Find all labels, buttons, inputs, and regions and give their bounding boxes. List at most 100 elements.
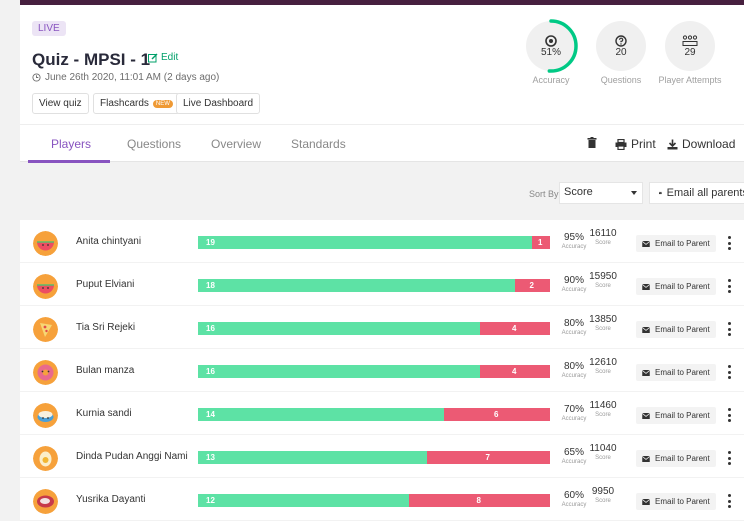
date-text: June 26th 2020, 11:01 AM (2 days ago) xyxy=(45,72,220,83)
player-score: 9950 xyxy=(591,486,615,497)
correct-count: 13 xyxy=(206,453,215,462)
download-button[interactable]: Download xyxy=(667,137,735,151)
email-to-parent-label: Email to Parent xyxy=(655,497,710,506)
score-caption: Score xyxy=(595,283,611,289)
active-tab-indicator xyxy=(28,160,110,163)
questions-label: Questions xyxy=(600,75,642,85)
email-to-parent-label: Email to Parent xyxy=(655,368,710,377)
player-name: Anita chintyani xyxy=(76,236,142,247)
incorrect-count: 4 xyxy=(512,367,517,376)
tab-questions[interactable]: Questions xyxy=(127,137,181,151)
email-to-parent-button[interactable]: Email to Parent xyxy=(636,450,716,467)
view-quiz-button[interactable]: View quiz xyxy=(32,93,89,114)
email-to-parent-button[interactable]: Email to Parent xyxy=(636,235,716,252)
player-name: Bulan manza xyxy=(76,365,135,376)
envelope-icon xyxy=(642,412,650,419)
tab-standards[interactable]: Standards xyxy=(291,137,346,151)
envelope-icon xyxy=(642,455,650,462)
player-score: 11040 xyxy=(589,443,617,454)
quiz-header: LIVE Quiz - MPSI - 1 Edit June 26th 2020… xyxy=(20,5,744,124)
flashcards-label: Flashcards xyxy=(100,98,149,109)
score-cell: 11460 Score xyxy=(585,400,621,419)
more-options-icon[interactable] xyxy=(726,494,732,508)
live-dashboard-button[interactable]: Live Dashboard xyxy=(176,93,261,114)
edit-link[interactable]: Edit xyxy=(148,52,178,63)
delete-button[interactable] xyxy=(587,137,597,148)
print-label: Print xyxy=(631,137,656,151)
score-caption: Score xyxy=(595,498,611,504)
player-score: 15950 xyxy=(589,271,617,282)
envelope-icon xyxy=(642,240,650,247)
tab-overview[interactable]: Overview xyxy=(211,137,261,151)
bar-correct xyxy=(198,365,480,378)
email-all-parents-button[interactable]: Email all parents xyxy=(649,182,744,204)
score-caption: Score xyxy=(595,326,611,332)
donut-avatar xyxy=(33,360,58,385)
correct-count: 14 xyxy=(206,410,215,419)
score-cell: 16110 Score xyxy=(585,228,621,247)
player-row[interactable]: Puput Elviani 18 2 90% Accuracy 15950 Score Ema… xyxy=(20,263,744,305)
flashcards-button[interactable]: Flashcards NEW xyxy=(93,93,180,114)
player-name: Dinda Pudan Anggi Nami xyxy=(76,451,188,462)
more-options-icon[interactable] xyxy=(726,365,732,379)
bar-correct xyxy=(198,236,532,249)
more-options-icon[interactable] xyxy=(726,451,732,465)
more-options-icon[interactable] xyxy=(726,236,732,250)
tab-players[interactable]: Players xyxy=(51,137,91,151)
incorrect-count: 8 xyxy=(476,496,481,505)
player-name: Puput Elviani xyxy=(76,279,135,290)
score-bar: 19 1 xyxy=(198,236,550,249)
correct-count: 18 xyxy=(206,281,215,290)
player-row[interactable]: Kurnia sandi 14 6 70% Accuracy 11460 Score Emai… xyxy=(20,392,744,434)
quiz-date: June 26th 2020, 11:01 AM (2 days ago) xyxy=(32,72,219,83)
envelope-icon xyxy=(659,191,662,195)
score-caption: Score xyxy=(595,240,611,246)
incorrect-count: 2 xyxy=(529,281,534,290)
email-to-parent-button[interactable]: Email to Parent xyxy=(636,407,716,424)
bar-correct xyxy=(198,322,480,335)
player-name: Yusrika Dayanti xyxy=(76,494,146,505)
stat-questions: 20 Questions xyxy=(588,21,654,86)
edit-label: Edit xyxy=(161,52,179,63)
player-name: Kurnia sandi xyxy=(76,408,132,419)
score-caption: Score xyxy=(595,369,611,375)
player-row[interactable]: Bulan manza 16 4 80% Accuracy 12610 Score Email… xyxy=(20,349,744,391)
sushi-avatar xyxy=(33,403,58,428)
player-row[interactable]: Anita chintyani 19 1 95% Accuracy 16110 Score E… xyxy=(20,220,744,262)
sort-select[interactable]: Score xyxy=(559,182,643,204)
questions-circle: 20 xyxy=(596,21,646,71)
score-bar: 12 8 xyxy=(198,494,550,507)
questions-value: 20 xyxy=(615,46,627,58)
more-options-icon[interactable] xyxy=(726,322,732,336)
players-icon xyxy=(682,34,698,46)
player-row[interactable]: Tia Sri Rejeki 16 4 80% Accuracy 13850 Score Em… xyxy=(20,306,744,348)
email-to-parent-button[interactable]: Email to Parent xyxy=(636,364,716,381)
correct-count: 16 xyxy=(206,324,215,333)
envelope-icon xyxy=(642,283,650,290)
egg-avatar xyxy=(33,446,58,471)
score-bar: 16 4 xyxy=(198,365,550,378)
player-row[interactable]: Yusrika Dayanti 12 8 60% Accuracy 9950 Score Em… xyxy=(20,478,744,520)
player-score: 12610 xyxy=(589,357,617,368)
score-caption: Score xyxy=(595,412,611,418)
more-options-icon[interactable] xyxy=(726,408,732,422)
incorrect-count: 7 xyxy=(485,453,490,462)
email-to-parent-button[interactable]: Email to Parent xyxy=(636,321,716,338)
player-row[interactable]: Dinda Pudan Anggi Nami 13 7 65% Accuracy 1104… xyxy=(20,435,744,477)
bar-correct xyxy=(198,408,444,421)
email-all-label: Email all parents xyxy=(666,187,744,199)
more-options-icon[interactable] xyxy=(726,279,732,293)
score-bar: 18 2 xyxy=(198,279,550,292)
stat-attempts: 29 Player Attempts xyxy=(657,21,723,86)
player-score: 11460 xyxy=(589,400,617,411)
email-to-parent-button[interactable]: Email to Parent xyxy=(636,278,716,295)
correct-count: 12 xyxy=(206,496,215,505)
player-score: 13850 xyxy=(589,314,617,325)
email-to-parent-label: Email to Parent xyxy=(655,454,710,463)
incorrect-count: 6 xyxy=(494,410,499,419)
email-to-parent-button[interactable]: Email to Parent xyxy=(636,493,716,510)
print-button[interactable]: Print xyxy=(615,137,656,151)
email-to-parent-label: Email to Parent xyxy=(655,325,710,334)
attempts-label: Player Attempts xyxy=(658,75,722,85)
meat-avatar xyxy=(33,489,58,514)
